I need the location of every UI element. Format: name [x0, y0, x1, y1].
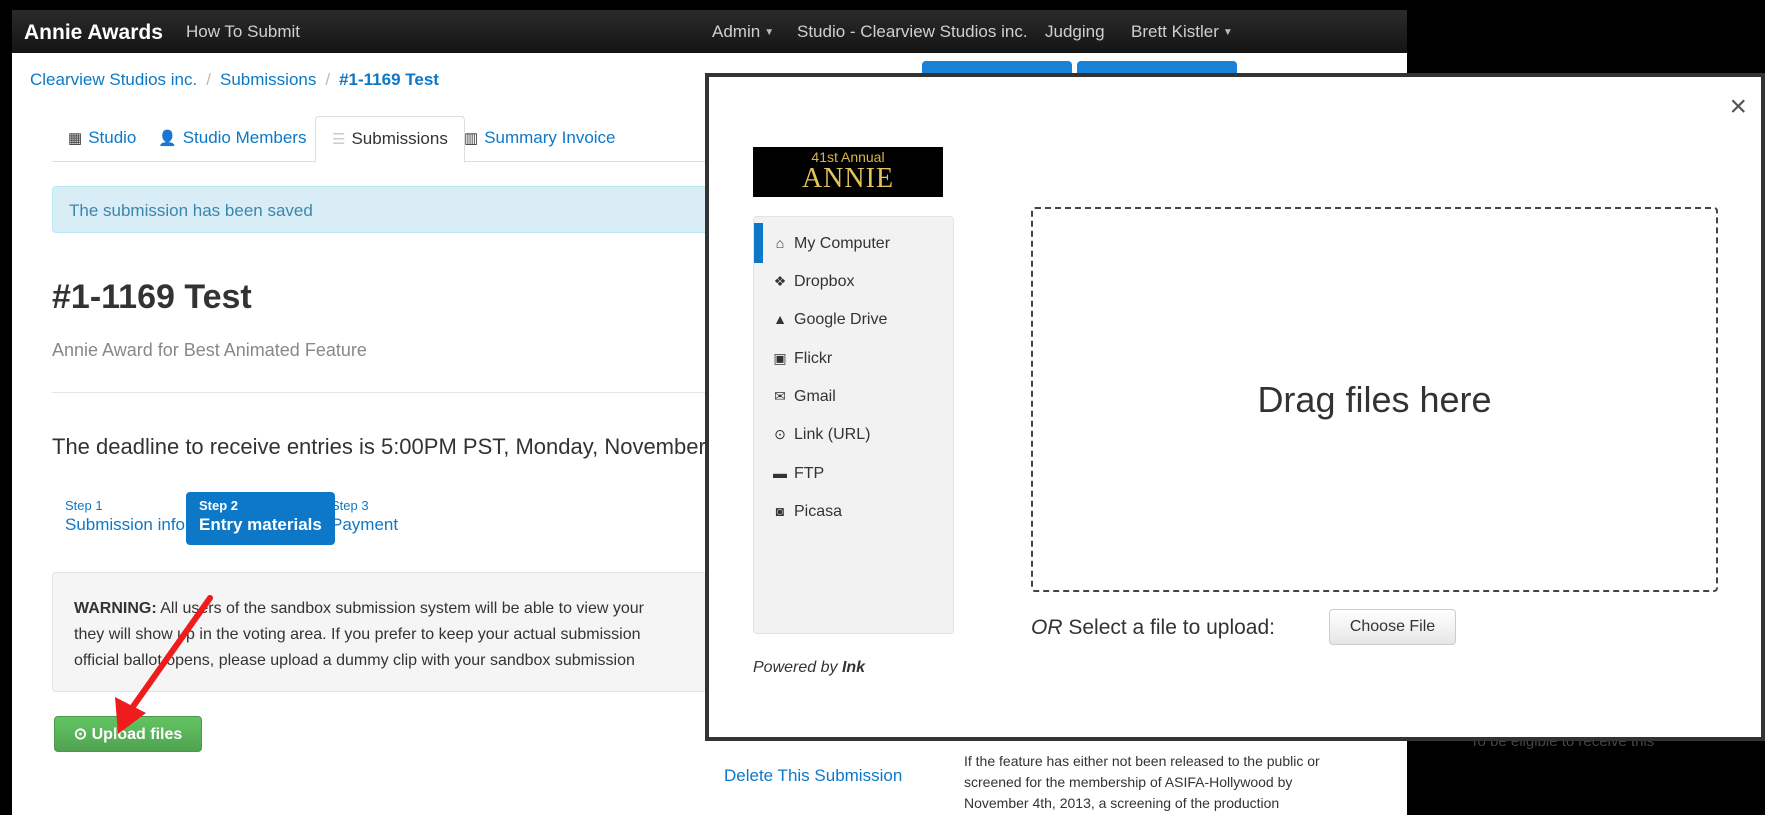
annotation-arrow [115, 595, 213, 734]
